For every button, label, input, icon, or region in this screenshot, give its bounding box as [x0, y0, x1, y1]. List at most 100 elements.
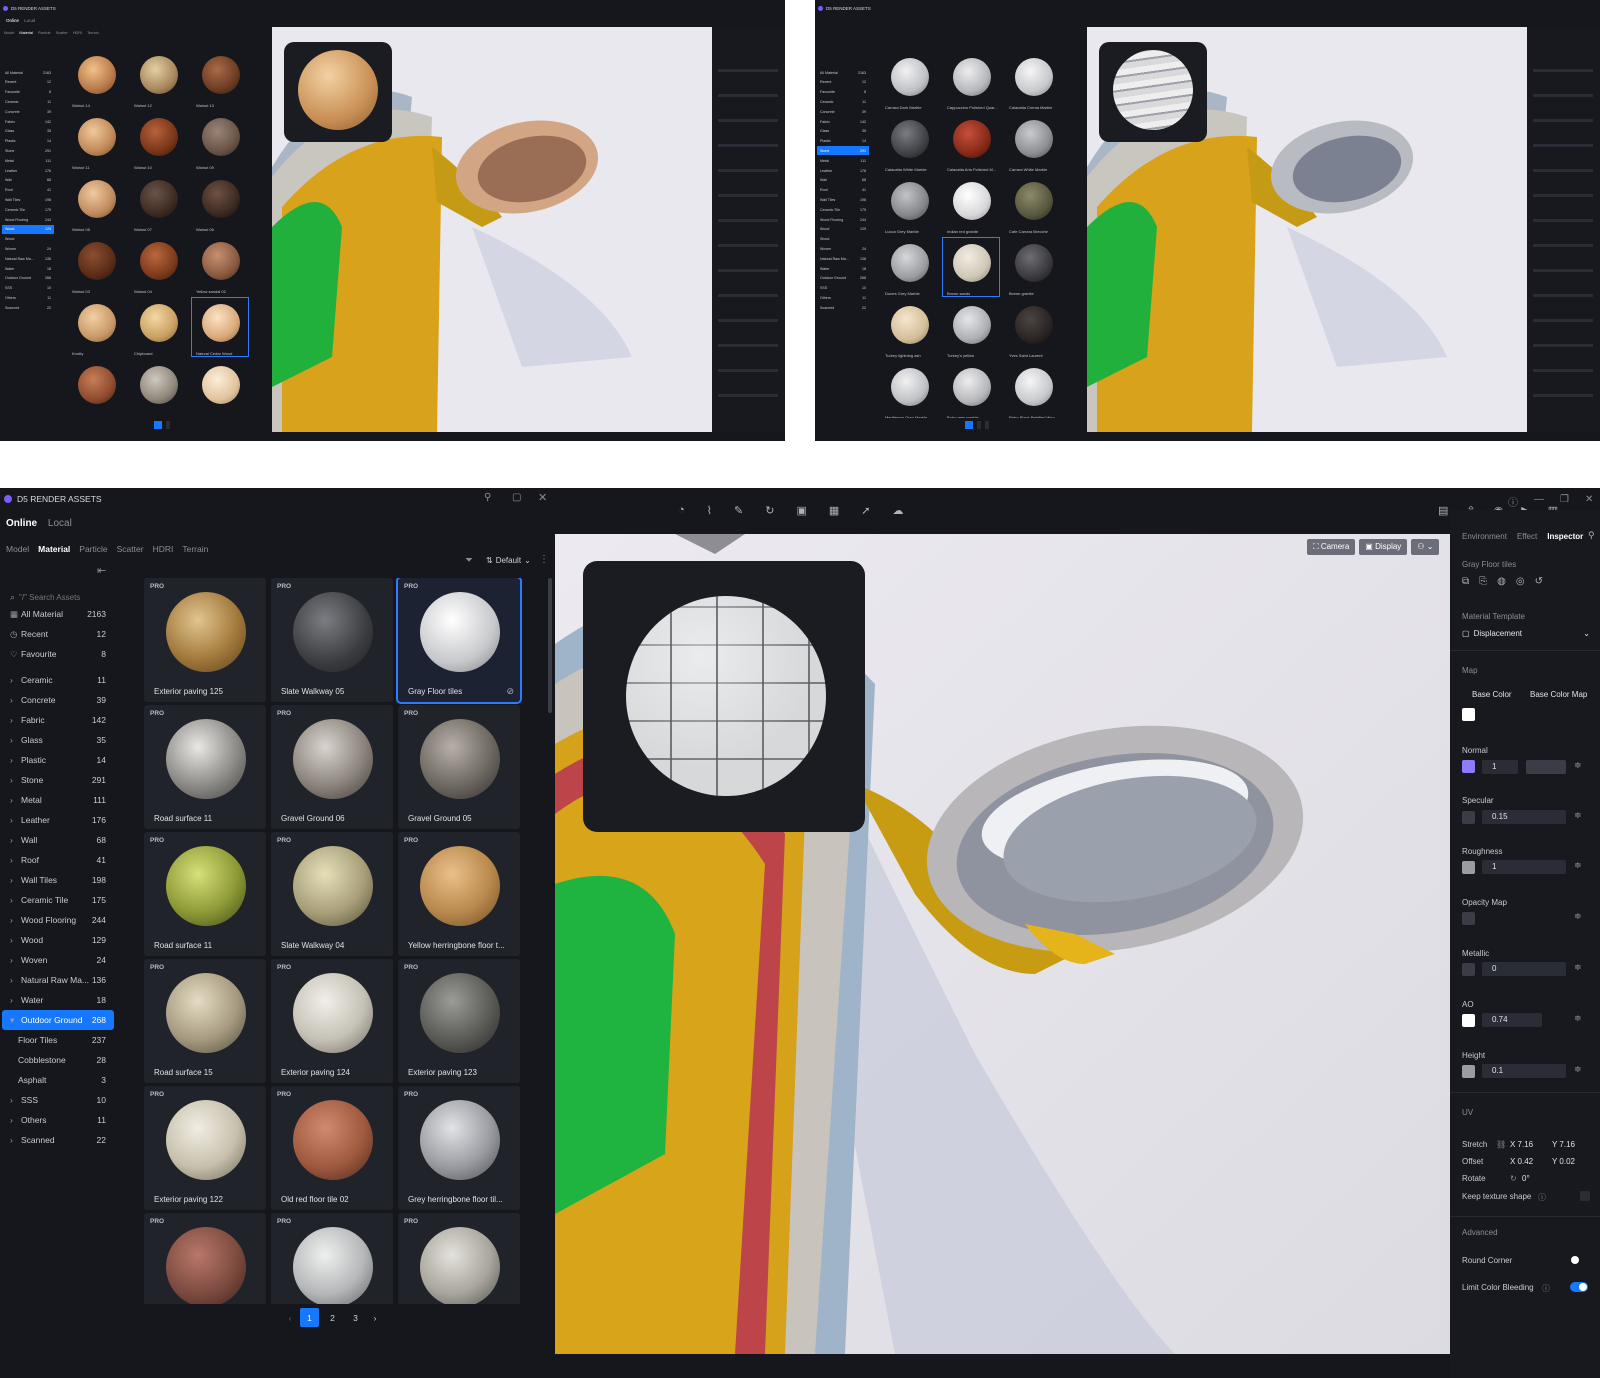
category-item[interactable]: Roof 41 [2, 186, 54, 195]
material-tile[interactable]: Cafe Carrara Brecche [1005, 176, 1061, 234]
apply-icon[interactable]: ◎ [1516, 576, 1525, 587]
category-item[interactable]: › Leather 176 [2, 810, 114, 830]
page-1[interactable]: 1 [300, 1308, 319, 1327]
material-tile[interactable]: Mediterran Grey Marble [881, 362, 937, 418]
category-item[interactable]: Plastic 14 [2, 137, 54, 146]
copy-icon[interactable]: ⎘ [1479, 576, 1487, 587]
category-item[interactable]: › Concrete 39 [2, 690, 114, 710]
display-button[interactable]: ▣ Display [1359, 539, 1408, 555]
category-item[interactable]: › Others 11 [2, 1110, 114, 1130]
restore-icon[interactable]: ❐ [1560, 494, 1569, 509]
material-tile[interactable] [68, 360, 124, 418]
page-2[interactable] [977, 421, 981, 429]
template-select[interactable]: ▢ Displacement ⌄ [1462, 625, 1590, 641]
category-item[interactable]: SSS 10 [2, 284, 54, 293]
material-tile[interactable]: Calacatta White Marble [881, 114, 937, 172]
material-tile[interactable]: Carrara White Marble [1005, 114, 1061, 172]
normal-slider[interactable] [1526, 760, 1566, 774]
material-tile[interactable]: Walnut 13 [192, 50, 248, 108]
video-icon[interactable]: ▣ [796, 504, 806, 517]
keep-texture-checkbox[interactable] [1580, 1191, 1590, 1201]
tab-terrain[interactable]: Terrain [87, 31, 99, 35]
category-item[interactable]: Wood Flooring 244 [817, 215, 869, 224]
category-item[interactable]: Fabric 142 [2, 117, 54, 126]
material-tile[interactable]: Turkey's yellow [943, 300, 999, 358]
category-item[interactable]: Outdoor Ground 268 [2, 274, 54, 283]
tab-model[interactable]: Model [4, 31, 14, 35]
material-tile[interactable]: PRO Exterior paving 123 [398, 959, 520, 1083]
category-item[interactable]: Ceramic Tile 175 [2, 205, 54, 214]
collapse-panel-icon[interactable]: ⇤ [97, 564, 106, 577]
rotate-icon[interactable]: ↻ [1510, 1174, 1517, 1183]
material-tile[interactable]: Cappuccino Polished Quar... [943, 52, 999, 110]
material-tile[interactable] [192, 360, 248, 418]
adjust-icon[interactable]: ≑ [1574, 760, 1582, 771]
category-item[interactable]: Plastic 14 [817, 137, 869, 146]
material-tile[interactable]: PRO Gray Floor tiles ⊘ [396, 578, 522, 704]
material-tile[interactable]: Chipboard [130, 298, 186, 356]
sort-dropdown[interactable]: ⇅ Default ⌄ [486, 556, 531, 565]
material-tile[interactable]: PRO Exterior paving 122 [144, 1086, 266, 1210]
roughness-swatch[interactable] [1462, 861, 1475, 874]
category-item[interactable]: Wall Tiles 198 [817, 195, 869, 204]
category-item[interactable]: Outdoor Ground 268 [817, 274, 869, 283]
tab-material[interactable]: Material [19, 31, 33, 35]
base-color-map-label[interactable]: Base Color Map [1530, 690, 1587, 699]
category-item[interactable]: Scanned 22 [2, 303, 54, 312]
material-tile[interactable]: Walnut 07 [130, 174, 186, 232]
category-item[interactable]: Concrete 39 [817, 107, 869, 116]
page-3[interactable]: 3 [346, 1313, 365, 1323]
category-item[interactable]: Others 11 [2, 293, 54, 302]
tab-material[interactable]: Material [38, 544, 70, 554]
grid-icon[interactable]: ▦ [829, 504, 839, 517]
material-tile[interactable]: PRO Road surface 11 [144, 705, 266, 829]
category-item[interactable]: › Woven 24 [2, 950, 114, 970]
material-tile[interactable]: PRO [398, 1213, 520, 1304]
material-tile[interactable]: Walnut 04 [130, 236, 186, 294]
pointer-icon[interactable]: ➚ [861, 504, 870, 517]
material-tile[interactable]: Walnut 09 [192, 112, 248, 170]
category-item[interactable]: All Material 2163 [2, 68, 54, 77]
specular-swatch[interactable] [1462, 811, 1475, 824]
category-item[interactable]: Natural Raw Ma... 136 [2, 254, 54, 263]
category-item[interactable]: › Roof 41 [2, 850, 114, 870]
material-tile[interactable]: Walnut 03 [68, 236, 124, 294]
category-item[interactable]: › Ceramic 11 [2, 670, 114, 690]
material-tile[interactable]: Boho grey marble [943, 362, 999, 418]
category-item[interactable]: All Material 2163 [817, 68, 869, 77]
category-item[interactable]: › Wall 68 [2, 830, 114, 850]
category-item[interactable]: Ceramic 11 [817, 97, 869, 106]
category-item[interactable]: Natural Raw Ma... 136 [817, 254, 869, 263]
category-item[interactable]: Wood [817, 235, 869, 244]
material-tile[interactable]: Yves Saint Laurent [1005, 300, 1061, 358]
pick-material-icon[interactable]: ◍ [1497, 576, 1506, 587]
material-tile[interactable]: PRO [271, 1213, 393, 1304]
reset-icon[interactable]: ↺ [1535, 576, 1543, 587]
path-icon[interactable]: ⌇ [707, 504, 712, 517]
category-item[interactable]: › Ceramic Tile 175 [2, 890, 114, 910]
material-tile[interactable]: PRO Road surface 11 [144, 832, 266, 956]
material-tile[interactable]: Yellow sandal 02 [192, 236, 248, 294]
stretch-x[interactable]: X 7.16 [1510, 1140, 1533, 1149]
category-item[interactable]: Water 18 [2, 264, 54, 273]
metallic-swatch[interactable] [1462, 963, 1475, 976]
adjust-icon[interactable]: ≑ [1574, 810, 1582, 821]
category-item[interactable]: › Wall Tiles 198 [2, 870, 114, 890]
ao-field[interactable] [1482, 1013, 1542, 1027]
tab-terrain[interactable]: Terrain [182, 544, 208, 554]
category-item[interactable]: Wall Tiles 198 [2, 195, 54, 204]
next-page-icon[interactable]: › [369, 1313, 381, 1323]
tab-local[interactable]: Local [48, 518, 72, 529]
category-item[interactable]: Glass 35 [817, 127, 869, 136]
category-item[interactable]: Leather 176 [2, 166, 54, 175]
base-color-label[interactable]: Base Color [1472, 690, 1512, 699]
limit-color-toggle[interactable] [1570, 1282, 1588, 1292]
category-item[interactable]: Favourite 8 [817, 88, 869, 97]
category-item[interactable]: Wood Flooring 244 [2, 215, 54, 224]
category-item[interactable]: › Water 18 [2, 990, 114, 1010]
page-1[interactable] [154, 421, 162, 429]
material-tile[interactable]: PRO Yellow herringbone floor t... [398, 832, 520, 956]
material-tile[interactable]: Lucca Grey Marble [881, 176, 937, 234]
tab-inspector[interactable]: Inspector [1547, 532, 1583, 541]
category-item[interactable]: Asphalt 3 [2, 1070, 114, 1090]
